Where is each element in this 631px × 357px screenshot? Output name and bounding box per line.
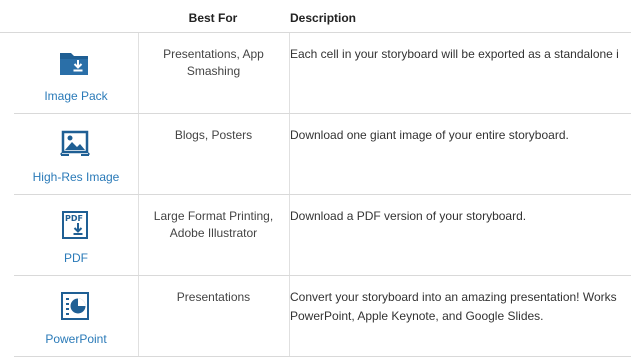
format-cell[interactable]: High-Res Image (14, 114, 139, 194)
description-cell: Convert your storyboard into an amazing … (290, 276, 631, 356)
format-link-pdf[interactable]: PDF (14, 251, 138, 265)
best-for-cell: Large Format Printing, Adobe Illustrator (138, 195, 290, 275)
best-for-text: Presentations, App Smashing (163, 47, 264, 78)
description-text: Each cell in your storyboard will be exp… (290, 47, 619, 61)
folder-download-icon[interactable] (58, 49, 92, 77)
table-row: Image Pack Presentations, App Smashing E… (14, 33, 631, 114)
description-text: Download one giant image of your entire … (290, 128, 569, 142)
format-link-image-pack[interactable]: Image Pack (14, 89, 138, 103)
table-row: PDF PDF Large Format Printing, Adobe Ill… (14, 195, 631, 276)
best-for-text: Large Format Printing, Adobe Illustrator (153, 209, 274, 240)
image-icon[interactable] (58, 130, 92, 158)
column-header-best-for: Best For (188, 11, 238, 25)
description-text: Download a PDF version of your storyboar… (290, 209, 527, 223)
best-for-cell: Blogs, Posters (138, 114, 290, 194)
best-for-cell: Presentations, App Smashing (138, 33, 290, 113)
description-cell: Download one giant image of your entire … (290, 114, 631, 194)
svg-text:PDF: PDF (65, 214, 83, 223)
format-cell[interactable]: PDF PDF (14, 195, 139, 275)
format-link-powerpoint[interactable]: PowerPoint (14, 332, 138, 346)
description-text: Convert your storyboard into an amazing … (290, 290, 617, 304)
table-header: Best For Description (0, 0, 631, 33)
column-header-description: Description (290, 11, 357, 25)
table-row: High-Res Image Blogs, Posters Download o… (14, 114, 631, 195)
description-cell: Each cell in your storyboard will be exp… (290, 33, 631, 113)
format-cell[interactable]: PowerPoint (14, 276, 139, 356)
best-for-text: Presentations (176, 290, 251, 304)
format-cell[interactable]: Image Pack (14, 33, 139, 113)
description-text-line2: PowerPoint, Apple Keynote, and Google Sl… (290, 309, 544, 323)
best-for-text: Blogs, Posters (174, 128, 253, 142)
best-for-cell: Presentations (138, 276, 290, 356)
format-link-high-res-image[interactable]: High-Res Image (14, 170, 138, 184)
presentation-chart-icon[interactable] (58, 292, 92, 320)
description-cell: Download a PDF version of your storyboar… (290, 195, 631, 275)
pdf-download-icon[interactable]: PDF (58, 211, 92, 239)
